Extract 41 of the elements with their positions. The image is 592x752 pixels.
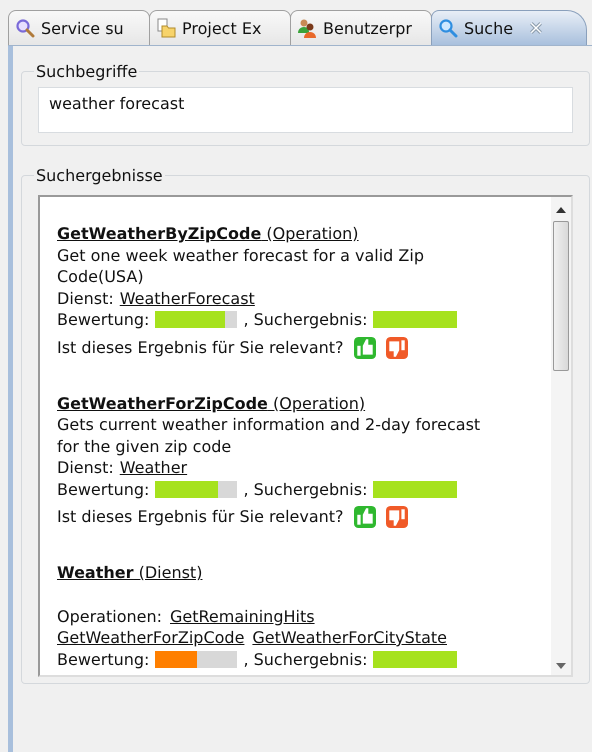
people-icon: [297, 18, 317, 38]
result-description: Get one week weather forecast for a valid Zip Code(USA): [57, 244, 425, 288]
result-title-link[interactable]: GetWeatherByZipCode (Operation): [57, 223, 359, 244]
close-icon[interactable]: [529, 21, 544, 35]
search-icon: [438, 18, 458, 38]
service-label: Dienst:: [57, 457, 114, 478]
rating-label: Bewertung:: [57, 309, 150, 330]
result-title-link[interactable]: GetWeatherForZipCode (Operation): [57, 392, 366, 414]
folder-icon: [156, 18, 176, 38]
result-description: Gets current weather information and 2-day forecast for the given zip code: [57, 414, 482, 457]
scroll-down-icon[interactable]: [556, 663, 566, 669]
thumbs-up-icon[interactable]: [354, 336, 376, 358]
scroll-thumb[interactable]: [553, 221, 569, 371]
tab[interactable]: Project Ex: [149, 10, 291, 45]
operation-link[interactable]: GetRemainingHits: [170, 606, 315, 627]
tab[interactable]: Suche: [431, 10, 587, 45]
scroll-up-icon[interactable]: [556, 207, 566, 213]
group-label: Suchbegriffe: [35, 62, 138, 81]
thumbs-down-icon[interactable]: [386, 506, 408, 528]
match-label: , Suchergebnis:: [243, 309, 368, 330]
relevance-question: Ist dieses Ergebnis für Sie relevant?: [57, 506, 344, 528]
operation-link[interactable]: GetWeatherForCityState: [252, 627, 447, 648]
thumbs-up-icon[interactable]: [354, 506, 376, 528]
operations-label: Operationen:: [57, 606, 162, 627]
group-label: Suchergebnisse: [35, 166, 164, 185]
match-label: , Suchergebnis:: [243, 648, 368, 670]
relevance-question: Ist dieses Ergebnis für Sie relevant?: [57, 336, 344, 358]
service-label: Dienst:: [57, 288, 114, 309]
service-link[interactable]: WeatherForecast: [120, 288, 255, 309]
tab[interactable]: Benutzerpr: [290, 10, 432, 45]
rating-label: Bewertung:: [57, 478, 150, 500]
search-field[interactable]: weather forecast: [38, 87, 573, 133]
tab[interactable]: Service su: [8, 10, 150, 45]
search-icon: [15, 18, 35, 38]
result-title-link[interactable]: Weather (Dienst): [57, 562, 202, 584]
service-link[interactable]: Weather: [120, 457, 188, 478]
thumbs-down-icon[interactable]: [386, 336, 408, 358]
rating-label: Bewertung:: [57, 648, 150, 670]
scrollbar[interactable]: [551, 197, 571, 675]
operation-link[interactable]: GetWeatherForZipCode: [57, 627, 244, 648]
match-label: , Suchergebnis:: [243, 478, 368, 500]
